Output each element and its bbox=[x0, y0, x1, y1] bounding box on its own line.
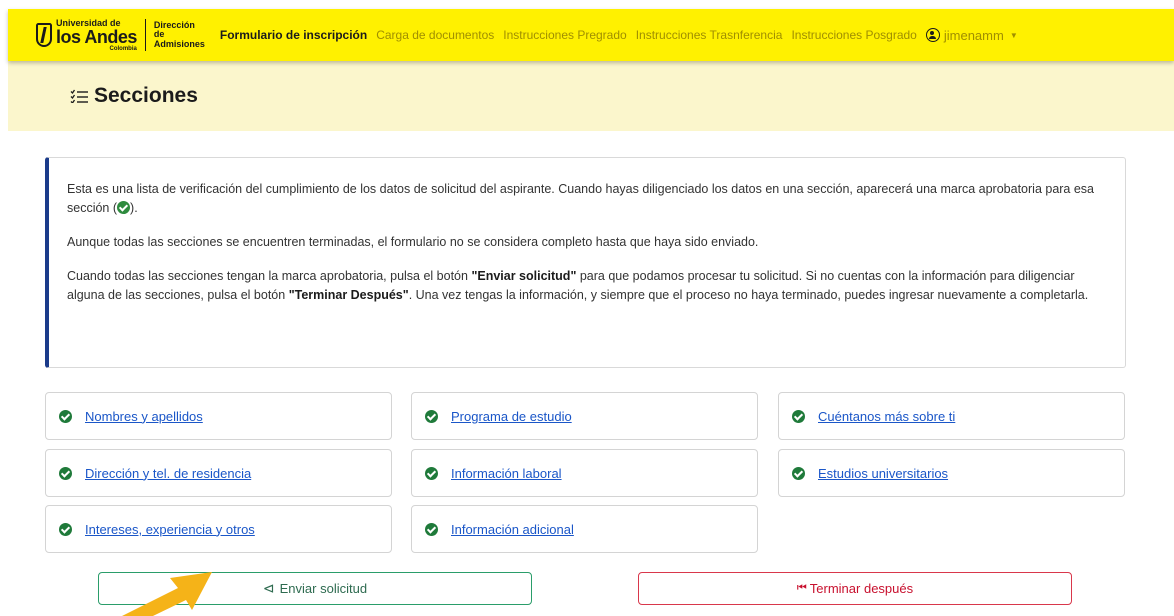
nav-item-instrucciones-posgrado[interactable]: Instrucciones Posgrado bbox=[791, 28, 916, 42]
check-circle-icon bbox=[425, 522, 438, 536]
section-card-estudios: Estudios universitarios bbox=[778, 449, 1125, 497]
checklist-icon bbox=[70, 89, 88, 103]
main-nav: Formulario de inscripción Carga de docum… bbox=[220, 28, 1018, 43]
logo-name-text: los Andes bbox=[56, 26, 137, 47]
check-circle-icon bbox=[117, 201, 131, 214]
nav-item-instrucciones-pregrado[interactable]: Instrucciones Pregrado bbox=[503, 28, 626, 42]
section-link[interactable]: Estudios universitarios bbox=[818, 466, 948, 481]
logo-department-text: Dirección de Admisiones bbox=[153, 19, 205, 49]
check-circle-icon bbox=[59, 522, 72, 536]
section-card-direccion: Dirección y tel. de residencia bbox=[45, 449, 392, 497]
page-header: Secciones bbox=[8, 61, 1174, 131]
instructions-paragraph-1: Esta es una lista de verificación del cu… bbox=[67, 182, 1095, 215]
section-link[interactable]: Información adicional bbox=[451, 522, 574, 537]
page-title: Secciones bbox=[94, 84, 198, 107]
user-menu[interactable]: jimenamm ▼ bbox=[925, 27, 1018, 43]
check-circle-icon bbox=[425, 409, 438, 423]
logo-divider bbox=[144, 19, 146, 51]
finish-later-button[interactable]: ⏮ Terminar después bbox=[638, 572, 1072, 605]
section-link[interactable]: Programa de estudio bbox=[451, 409, 572, 424]
top-navbar: Universidad de los Andes Colombia Direcc… bbox=[8, 9, 1174, 61]
section-card-adicional: Información adicional bbox=[411, 505, 758, 553]
nav-item-instrucciones-transferencia[interactable]: Instrucciones Trasnferencia bbox=[636, 28, 783, 42]
finish-later-label: Terminar después bbox=[809, 581, 914, 596]
section-link[interactable]: Dirección y tel. de residencia bbox=[85, 466, 251, 481]
section-card-nombres: Nombres y apellidos bbox=[45, 392, 392, 440]
check-circle-icon bbox=[792, 409, 805, 423]
section-link[interactable]: Intereses, experiencia y otros bbox=[85, 522, 255, 537]
send-button-label: Enviar solicitud bbox=[279, 581, 368, 596]
university-logo[interactable]: Universidad de los Andes Colombia Direcc… bbox=[36, 15, 206, 55]
section-link[interactable]: Nombres y apellidos bbox=[85, 409, 203, 424]
nav-item-carga-documentos[interactable]: Carga de documentos bbox=[376, 28, 494, 42]
logo-mark-icon bbox=[36, 23, 52, 47]
check-circle-icon bbox=[792, 466, 805, 480]
logo-country-text: Colombia bbox=[109, 45, 137, 52]
instructions-box: Esta es una lista de verificación del cu… bbox=[45, 157, 1126, 368]
instructions-paragraph-3: Cuando todas las secciones tengan la mar… bbox=[67, 269, 1089, 302]
caret-down-icon: ▼ bbox=[1009, 30, 1018, 40]
send-application-button[interactable]: ⊲ Enviar solicitud bbox=[98, 572, 532, 605]
send-icon: ⊲ bbox=[262, 580, 275, 596]
section-card-intereses: Intereses, experiencia y otros bbox=[45, 505, 392, 553]
section-card-cuentanos: Cuéntanos más sobre ti bbox=[778, 392, 1125, 440]
check-circle-icon bbox=[59, 409, 72, 423]
rewind-icon: ⏮ bbox=[796, 582, 807, 594]
section-link[interactable]: Cuéntanos más sobre ti bbox=[818, 409, 955, 424]
section-link[interactable]: Información laboral bbox=[451, 466, 562, 481]
check-circle-icon bbox=[59, 466, 72, 480]
check-circle-icon bbox=[425, 466, 438, 480]
section-card-laboral: Información laboral bbox=[411, 449, 758, 497]
username: jimenamm bbox=[943, 27, 1004, 43]
user-icon bbox=[925, 28, 940, 42]
section-card-programa: Programa de estudio bbox=[411, 392, 758, 440]
instructions-paragraph-2: Aunque todas las secciones se encuentren… bbox=[67, 235, 759, 249]
nav-item-formulario[interactable]: Formulario de inscripción bbox=[220, 28, 367, 42]
